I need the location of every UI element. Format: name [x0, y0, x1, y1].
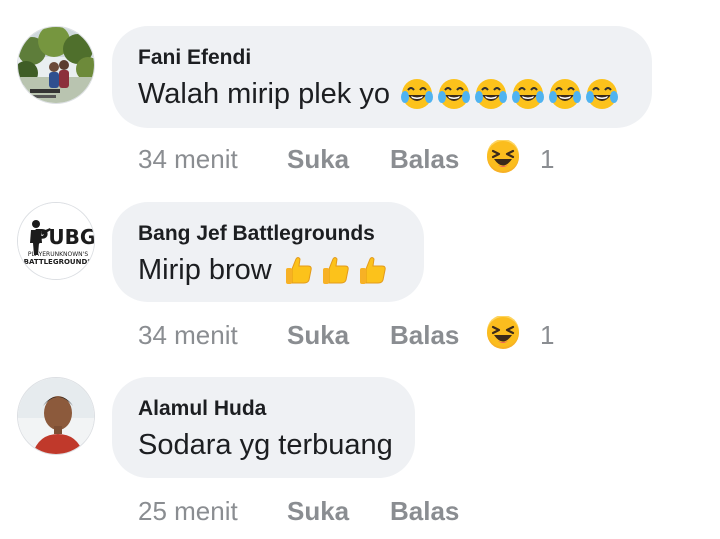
tears-of-joy-emoji	[585, 77, 619, 111]
avatar[interactable]	[17, 26, 95, 104]
pubg-logo-text: PUBG	[34, 225, 95, 249]
reply-button[interactable]: Balas	[390, 320, 486, 351]
comment-actions: 25 menit Suka Balas	[138, 494, 486, 528]
comment-timestamp[interactable]: 34 menit	[138, 320, 287, 351]
comment-timestamp[interactable]: 25 menit	[138, 496, 287, 527]
thumbs-up-emoji	[282, 253, 316, 287]
laughing-reaction-icon	[486, 314, 520, 355]
reply-button[interactable]: Balas	[390, 496, 486, 527]
tears-of-joy-emoji	[474, 77, 508, 111]
comment-body: Walah mirip plek yo	[138, 74, 622, 114]
comment-bubble: Alamul Huda Sodara yg terbuang	[112, 377, 415, 478]
tears-of-joy-emoji	[437, 77, 471, 111]
comment-text: Mirip brow	[138, 253, 272, 286]
reaction-count: 1	[540, 319, 555, 350]
thumbs-up-emoji	[356, 253, 390, 287]
laughing-reaction-icon	[486, 138, 520, 179]
pubg-logo-subtext: BATTLEGROUNDS	[24, 258, 93, 266]
comment-text: Walah mirip plek yo	[138, 77, 390, 110]
emoji-row	[400, 77, 622, 111]
reaction-summary[interactable]: 1	[486, 138, 555, 179]
reply-button[interactable]: Balas	[390, 144, 486, 175]
comment-author[interactable]: Fani Efendi	[138, 46, 251, 70]
pubg-logo-subtext: PLAYERUNKNOWN'S	[28, 251, 88, 258]
comment-author[interactable]: Bang Jef Battlegrounds	[138, 222, 375, 246]
comment-thread: Fani Efendi Walah mirip plek yo 34 menit…	[0, 0, 720, 539]
thumbs-up-emoji	[319, 253, 353, 287]
avatar[interactable]	[17, 377, 95, 455]
comment-timestamp[interactable]: 34 menit	[138, 144, 287, 175]
reaction-count: 1	[540, 143, 555, 174]
comment-body: Mirip brow	[138, 250, 393, 290]
reaction-summary[interactable]: 1	[486, 314, 555, 355]
comment-bubble: Fani Efendi Walah mirip plek yo	[112, 26, 652, 128]
like-button[interactable]: Suka	[287, 496, 390, 527]
comment-bubble: Bang Jef Battlegrounds Mirip brow	[112, 202, 424, 302]
emoji-row	[282, 253, 393, 287]
tears-of-joy-emoji	[548, 77, 582, 111]
comment-author[interactable]: Alamul Huda	[138, 397, 266, 421]
avatar[interactable]: PUBG PLAYERUNKNOWN'S BATTLEGROUNDS	[17, 202, 95, 280]
like-button[interactable]: Suka	[287, 144, 390, 175]
comment-actions: 34 menit Suka Balas 1	[138, 314, 555, 355]
like-button[interactable]: Suka	[287, 320, 390, 351]
comment-text: Sodara yg terbuang	[138, 428, 393, 461]
tears-of-joy-emoji	[511, 77, 545, 111]
comment-body: Sodara yg terbuang	[138, 425, 393, 465]
tears-of-joy-emoji	[400, 77, 434, 111]
comment-actions: 34 menit Suka Balas 1	[138, 138, 555, 179]
